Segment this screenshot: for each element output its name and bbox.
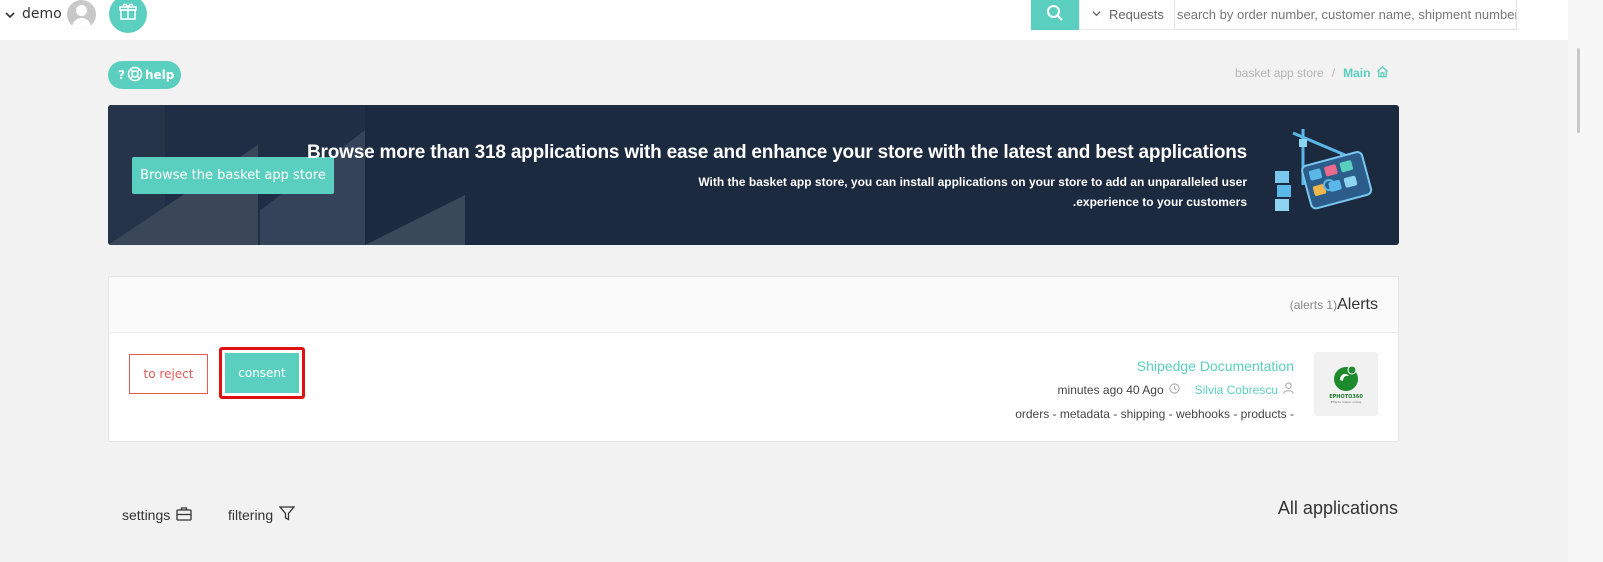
breadcrumb-separator: / [1331,66,1336,80]
user-name[interactable]: demo [22,6,62,22]
home-icon[interactable] [1376,65,1389,81]
gift-button[interactable] [109,0,147,33]
banner-title: Browse more than 318 applications with e… [307,142,1247,163]
alerts-title: Alerts [1337,296,1378,313]
app-scopes: orders - metadata - shipping - webhooks … [1015,407,1294,421]
app-meta: minutes ago 40 Ago Silvia Cobrescu [1046,382,1294,397]
settings-label: settings [122,507,171,523]
alerts-header: (alerts 1) Alerts [109,277,1398,333]
chevron-down-icon [1092,9,1101,21]
search-icon [1046,4,1064,26]
requests-select[interactable]: Requests [1079,0,1175,30]
user-icon [1283,382,1294,397]
app-logo-subtext: Effects maker online [1330,400,1362,404]
breadcrumb-main[interactable]: Main [1343,66,1370,80]
search-placeholder: search by order number, customer name, s… [1177,7,1517,22]
consent-highlight: consent [219,347,305,399]
gift-icon [118,2,138,26]
filtering-label: filtering [228,507,274,523]
all-applications-heading: All applications [1277,498,1398,518]
help-label: help [144,68,175,82]
help-button[interactable]: ? help [108,61,181,89]
search-input[interactable]: search by order number, customer name, s… [1174,0,1517,30]
top-bar: demo Requests search by order number, cu [0,0,1568,40]
breadcrumb-store[interactable]: basket app store [1235,66,1324,80]
consent-button[interactable]: consent [225,353,299,393]
avatar[interactable] [67,0,96,29]
clock-icon [1168,382,1180,397]
chevron-down-icon[interactable] [5,10,15,23]
briefcase-icon [176,506,192,524]
time-text: minutes ago 40 Ago [1057,382,1164,397]
filtering-button[interactable]: filtering [228,506,296,524]
app-store-illustration [1273,125,1379,225]
requests-label: Requests [1109,7,1164,22]
scrollbar-track[interactable] [1568,0,1603,562]
lifebuoy-icon [127,66,143,85]
browse-app-store-button[interactable]: Browse the basket app store [132,157,334,194]
question-icon: ? [118,68,125,82]
app-logo: EPHOTO360 Effects maker online [1314,352,1378,416]
filter-icon [278,506,296,524]
scrollbar-thumb[interactable] [1577,48,1580,133]
banner-description: With the basket app store, you can insta… [698,175,1247,209]
search-button[interactable] [1031,0,1079,30]
breadcrumb: basket app store / Main [1235,65,1389,81]
alerts-count: (alerts 1) [1289,298,1338,312]
reject-button[interactable]: to reject [129,354,208,394]
alerts-card: (alerts 1) Alerts to reject consent Ship… [108,276,1399,442]
settings-button[interactable]: settings [122,506,192,524]
app-name-link[interactable]: Shipedge Documentation [1137,358,1294,374]
app-store-banner: Browse the basket app store Browse more … [108,105,1399,245]
author-name[interactable]: Silvia Cobrescu [1195,383,1278,397]
